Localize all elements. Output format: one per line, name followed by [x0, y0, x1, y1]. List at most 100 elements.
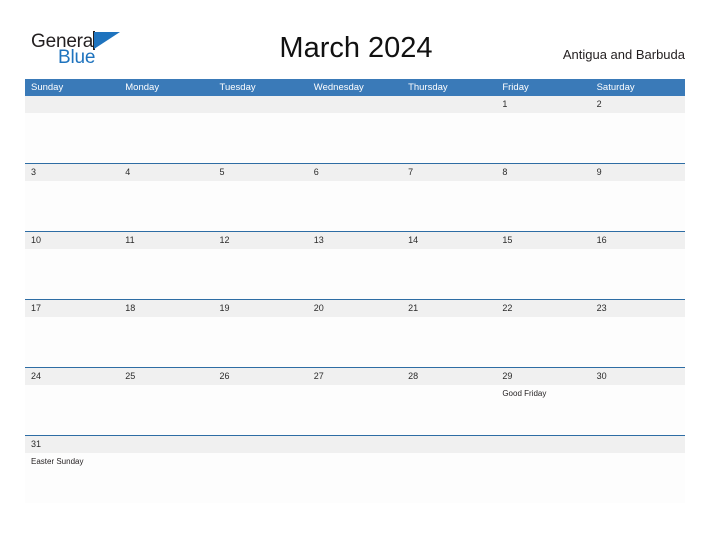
calendar-week-row: 3456789	[25, 163, 685, 231]
day-number-19[interactable]: 19	[214, 300, 308, 317]
day-number-empty	[214, 436, 308, 453]
day-cell-4[interactable]	[119, 181, 213, 231]
day-number-3[interactable]: 3	[25, 164, 119, 181]
day-number-23[interactable]: 23	[591, 300, 685, 317]
day-cell-empty	[119, 113, 213, 163]
day-header-sunday: Sunday	[31, 82, 64, 93]
day-number-27[interactable]: 27	[308, 368, 402, 385]
day-number-empty	[25, 96, 119, 113]
day-cell-empty	[119, 453, 213, 503]
day-cell-25[interactable]	[119, 385, 213, 435]
day-number-28[interactable]: 28	[402, 368, 496, 385]
day-cell-7[interactable]	[402, 181, 496, 231]
day-cell-26[interactable]	[214, 385, 308, 435]
week-date-number-band: 3456789	[25, 164, 685, 181]
day-number-17[interactable]: 17	[25, 300, 119, 317]
day-number-empty	[591, 436, 685, 453]
day-cell-22[interactable]	[496, 317, 590, 367]
day-number-14[interactable]: 14	[402, 232, 496, 249]
day-cell-13[interactable]	[308, 249, 402, 299]
holiday-label: Good Friday	[502, 389, 547, 398]
week-event-band	[25, 113, 685, 163]
calendar-page: General Blue March 2024 Antigua and Barb…	[0, 0, 712, 550]
day-number-2[interactable]: 2	[591, 96, 685, 113]
day-cell-10[interactable]	[25, 249, 119, 299]
day-header-friday: Friday	[502, 82, 529, 93]
day-number-31[interactable]: 31	[25, 436, 119, 453]
day-cell-16[interactable]	[591, 249, 685, 299]
day-cell-empty	[308, 453, 402, 503]
week-event-band	[25, 249, 685, 299]
day-cell-15[interactable]	[496, 249, 590, 299]
day-number-8[interactable]: 8	[496, 164, 590, 181]
day-cell-3[interactable]	[25, 181, 119, 231]
day-header-thursday: Thursday	[408, 82, 448, 93]
day-number-4[interactable]: 4	[119, 164, 213, 181]
day-cell-19[interactable]	[214, 317, 308, 367]
week-event-band	[25, 317, 685, 367]
day-cell-empty	[402, 113, 496, 163]
day-number-18[interactable]: 18	[119, 300, 213, 317]
day-cell-18[interactable]	[119, 317, 213, 367]
day-number-9[interactable]: 9	[591, 164, 685, 181]
day-number-empty	[308, 436, 402, 453]
calendar-grid: Sunday Monday Tuesday Wednesday Thursday Frid…	[25, 79, 685, 503]
day-number-6[interactable]: 6	[308, 164, 402, 181]
day-cell-empty	[591, 453, 685, 503]
day-number-21[interactable]: 21	[402, 300, 496, 317]
calendar-weeks: 1 2 3 4 5 6 7 8 9 10 11 12 13 14 15 16 17 18 19 20 21 22 23 24 2…	[25, 96, 685, 503]
day-number-7[interactable]: 7	[402, 164, 496, 181]
day-cell-24[interactable]	[25, 385, 119, 435]
day-cell-2[interactable]	[591, 113, 685, 163]
week-event-band: Easter Sunday	[25, 453, 685, 503]
day-cell-27[interactable]	[308, 385, 402, 435]
day-number-26[interactable]: 26	[214, 368, 308, 385]
day-number-25[interactable]: 25	[119, 368, 213, 385]
day-number-empty	[119, 96, 213, 113]
page-header: General Blue March 2024 Antigua and Barb…	[0, 0, 712, 78]
day-number-30[interactable]: 30	[591, 368, 685, 385]
day-header-saturday: Saturday	[596, 82, 635, 93]
day-number-20[interactable]: 20	[308, 300, 402, 317]
day-number-1[interactable]: 1	[496, 96, 590, 113]
day-number-24[interactable]: 24	[25, 368, 119, 385]
day-number-11[interactable]: 11	[119, 232, 213, 249]
day-cell-20[interactable]	[308, 317, 402, 367]
day-cell-empty	[402, 453, 496, 503]
day-cell-12[interactable]	[214, 249, 308, 299]
day-cell-empty	[214, 113, 308, 163]
day-cell-6[interactable]	[308, 181, 402, 231]
day-cell-1[interactable]	[496, 113, 590, 163]
country-label: Antigua and Barbuda	[562, 47, 685, 62]
day-number-29[interactable]: 29	[496, 368, 590, 385]
week-date-number-band: 17 18 19 20 21 22 23	[25, 300, 685, 317]
week-date-number-band: 24 25 26 27 28 29 30	[25, 368, 685, 385]
day-cell-5[interactable]	[214, 181, 308, 231]
day-cell-30[interactable]	[591, 385, 685, 435]
week-date-number-band: 12	[25, 96, 685, 113]
day-number-15[interactable]: 15	[496, 232, 590, 249]
day-cell-empty	[214, 453, 308, 503]
day-cell-9[interactable]	[591, 181, 685, 231]
calendar-week-row: 17 18 19 20 21 22 23	[25, 299, 685, 367]
week-event-band	[25, 181, 685, 231]
day-cell-14[interactable]	[402, 249, 496, 299]
day-cell-8[interactable]	[496, 181, 590, 231]
day-number-22[interactable]: 22	[496, 300, 590, 317]
calendar-week-row: 10 11 12 13 14 15 16	[25, 231, 685, 299]
day-cell-29[interactable]: Good Friday	[496, 385, 590, 435]
day-number-empty	[214, 96, 308, 113]
day-number-5[interactable]: 5	[214, 164, 308, 181]
day-cell-empty	[308, 113, 402, 163]
week-date-number-band: 10 11 12 13 14 15 16	[25, 232, 685, 249]
day-number-12[interactable]: 12	[214, 232, 308, 249]
day-cell-28[interactable]	[402, 385, 496, 435]
day-cell-23[interactable]	[591, 317, 685, 367]
day-number-13[interactable]: 13	[308, 232, 402, 249]
day-number-10[interactable]: 10	[25, 232, 119, 249]
day-cell-21[interactable]	[402, 317, 496, 367]
day-cell-11[interactable]	[119, 249, 213, 299]
day-number-16[interactable]: 16	[591, 232, 685, 249]
day-cell-31[interactable]: Easter Sunday	[25, 453, 119, 503]
day-cell-17[interactable]	[25, 317, 119, 367]
